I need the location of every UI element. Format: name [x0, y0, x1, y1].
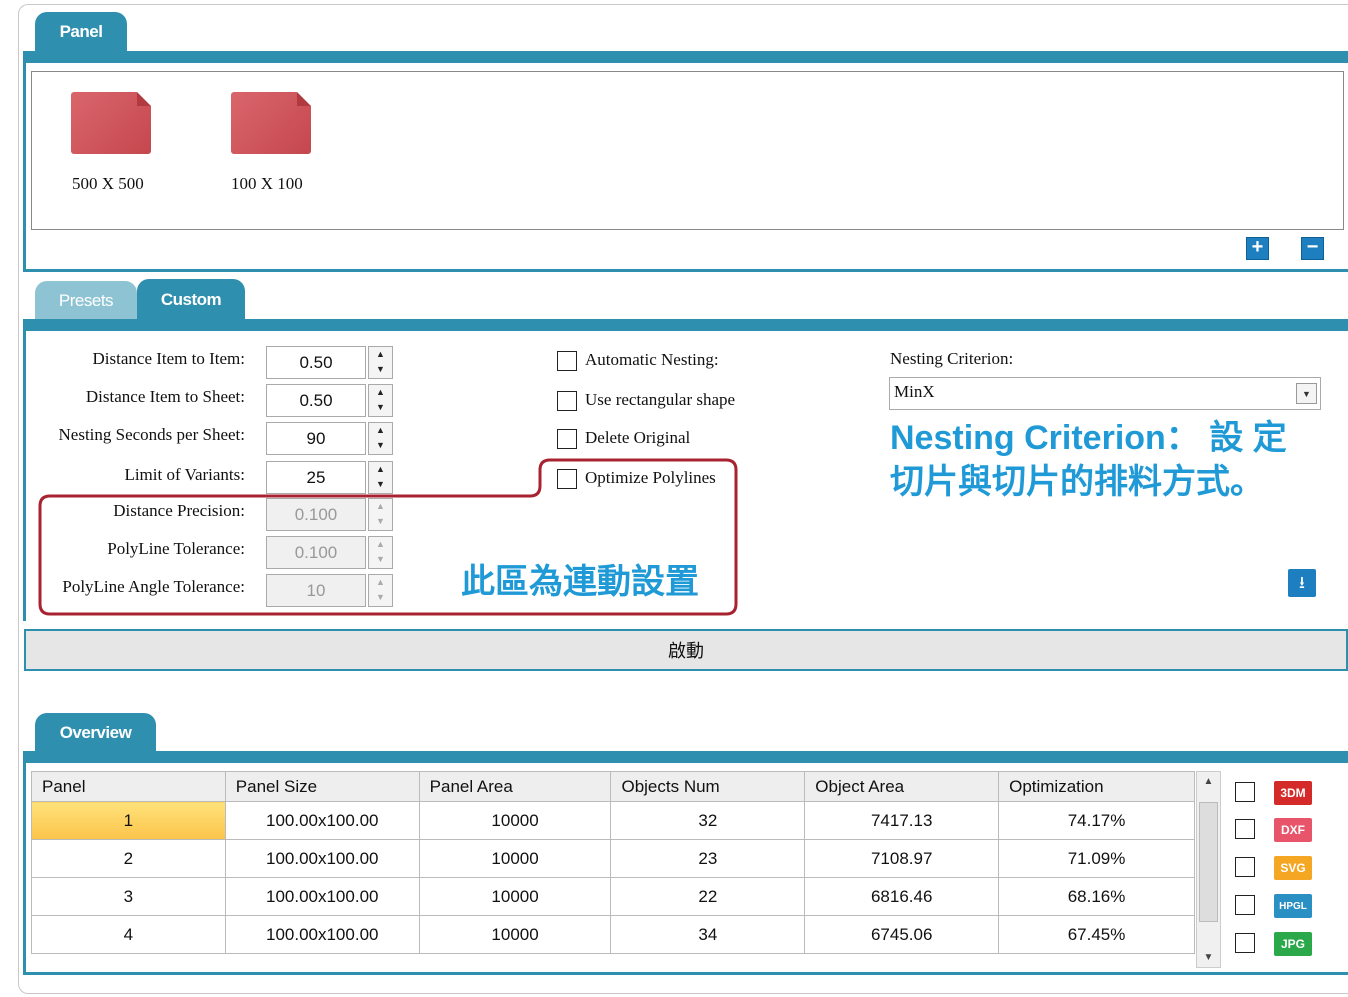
scrollbar-thumb[interactable]: [1199, 802, 1218, 922]
table-cell[interactable]: 32: [610, 801, 806, 840]
col-header[interactable]: Optimization: [998, 771, 1195, 802]
table-cell[interactable]: 6816.46: [804, 877, 1000, 916]
table-cell[interactable]: 7108.97: [804, 839, 1000, 878]
jpg-label: JPG: [1280, 937, 1305, 951]
col-header[interactable]: Panel: [31, 771, 226, 802]
table-cell[interactable]: 34: [610, 915, 806, 954]
table-cell[interactable]: 7417.13: [804, 801, 1000, 840]
table-cell[interactable]: 23: [610, 839, 806, 878]
table-cell[interactable]: 10000: [418, 839, 612, 878]
table-header-row: Panel Panel Size Panel Area Objects Num …: [31, 771, 1195, 802]
table-cell[interactable]: 10000: [418, 801, 612, 840]
table-cell[interactable]: 100.00x100.00: [224, 877, 420, 916]
export-dxf-checkbox[interactable]: [1235, 819, 1255, 839]
svg-label: SVG: [1280, 861, 1306, 875]
tab-overview-label: Overview: [59, 723, 132, 742]
col-header[interactable]: Object Area: [804, 771, 1000, 802]
table-row[interactable]: 1 100.00x100.00 10000 32 7417.13 74.17%: [31, 801, 1195, 840]
table-cell[interactable]: 3: [31, 877, 226, 916]
dxf-label: DXF: [1281, 823, 1305, 837]
table-cell[interactable]: 1: [31, 801, 226, 840]
linked-settings-annotation: 此區為連動設置: [461, 563, 699, 601]
jpg-file-icon: JPG: [1274, 932, 1312, 956]
table-cell[interactable]: 67.45%: [998, 915, 1195, 954]
start-button-label: 啟動: [668, 641, 704, 661]
table-cell[interactable]: 100.00x100.00: [224, 801, 420, 840]
table-cell[interactable]: 74.17%: [998, 801, 1195, 840]
table-cell[interactable]: 100.00x100.00: [224, 839, 420, 878]
hpgl-label: HPGL: [1279, 900, 1307, 912]
download-icon[interactable]: ⭳: [1288, 569, 1316, 597]
table-cell[interactable]: 68.16%: [998, 877, 1195, 916]
export-3dm-checkbox[interactable]: [1235, 782, 1255, 802]
table-cell[interactable]: 10000: [418, 877, 612, 916]
overview-header-bar: [23, 751, 1348, 763]
export-jpg-checkbox[interactable]: [1235, 933, 1255, 953]
table-row[interactable]: 2 100.00x100.00 10000 23 7108.97 71.09%: [31, 839, 1195, 878]
table-cell[interactable]: 4: [31, 915, 226, 954]
export-hpgl-checkbox[interactable]: [1235, 895, 1255, 915]
tab-overview[interactable]: Overview: [35, 713, 156, 753]
table-cell[interactable]: 100.00x100.00: [224, 915, 420, 954]
table-cell[interactable]: 10000: [418, 915, 612, 954]
svg-file-icon: SVG: [1274, 856, 1312, 880]
col-header[interactable]: Objects Num: [610, 771, 806, 802]
table-cell[interactable]: 2: [31, 839, 226, 878]
dxf-file-icon: DXF: [1274, 818, 1312, 842]
start-button[interactable]: 啟動: [24, 629, 1348, 671]
overview-table-viewport: Panel Panel Size Panel Area Objects Num …: [31, 771, 1195, 968]
table-cell[interactable]: 71.09%: [998, 839, 1195, 878]
table-row[interactable]: 4 100.00x100.00 10000 34 6745.06 67.45%: [31, 915, 1195, 954]
scroll-down-icon[interactable]: ▼: [1197, 952, 1220, 963]
col-header[interactable]: Panel Size: [224, 771, 420, 802]
table-row[interactable]: 3 100.00x100.00 10000 22 6816.46 68.16%: [31, 877, 1195, 916]
table-scrollbar[interactable]: ▲ ▼: [1196, 771, 1221, 968]
overview-table: Panel Panel Size Panel Area Objects Num …: [31, 771, 1195, 954]
table-cell[interactable]: 22: [610, 877, 806, 916]
col-header[interactable]: Panel Area: [418, 771, 612, 802]
table-cell[interactable]: 6745.06: [804, 915, 1000, 954]
hpgl-file-icon: HPGL: [1274, 894, 1312, 918]
scroll-up-icon[interactable]: ▲: [1197, 776, 1220, 787]
3dm-label: 3DM: [1280, 786, 1306, 800]
3dm-file-icon: 3DM: [1274, 781, 1312, 805]
export-svg-checkbox[interactable]: [1235, 857, 1255, 877]
